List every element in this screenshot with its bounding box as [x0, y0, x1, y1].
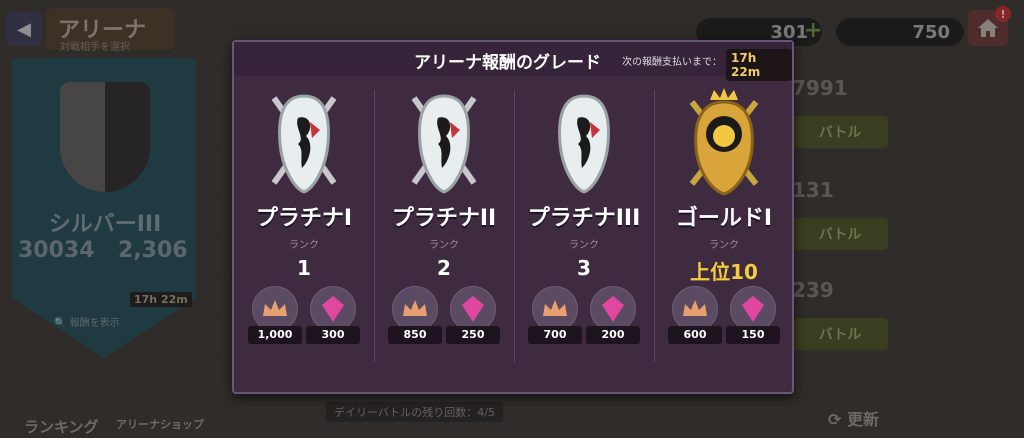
rank-label: ランク	[709, 240, 739, 251]
crown-reward: 700	[528, 286, 582, 344]
gem-amount: 150	[726, 326, 780, 344]
crown-icon	[403, 300, 427, 316]
gem-reward: 300	[306, 286, 360, 344]
crown-reward: 600	[668, 286, 722, 344]
gem-amount: 300	[306, 326, 360, 344]
grade-name: プラチナIII	[527, 206, 641, 231]
crown-amount: 850	[388, 326, 442, 344]
gem-icon	[602, 296, 624, 322]
grade-column: プラチナII ランク 2 850 250	[374, 84, 514, 376]
crown-reward: 1,000	[248, 286, 302, 344]
platinum-dragon-shield-icon	[271, 94, 337, 194]
grade-name: プラチナII	[391, 206, 497, 231]
arena-rewards-modal: アリーナ報酬のグレード 次の報酬支払いまで： 17h 22m プラチナI ランク…	[232, 40, 794, 394]
crown-icon	[683, 300, 707, 316]
modal-header: アリーナ報酬のグレード 次の報酬支払いまで： 17h 22m	[234, 42, 792, 81]
grade-column: プラチナIII ランク 3 700 200	[514, 84, 654, 376]
gem-amount: 200	[586, 326, 640, 344]
gem-reward: 150	[726, 286, 780, 344]
payout-label: 次の報酬支払いまで：	[622, 57, 722, 68]
platinum-dragon-shield-icon	[558, 94, 610, 194]
gem-amount: 250	[446, 326, 500, 344]
grade-column: ゴールドI ランク 上位10 600 150	[654, 84, 794, 376]
rank-label: ランク	[289, 240, 319, 251]
rank-value: 2	[437, 256, 451, 280]
rank-value: 上位10	[690, 260, 758, 284]
gem-icon	[462, 296, 484, 322]
crown-amount: 600	[668, 326, 722, 344]
rank-value: 1	[297, 256, 311, 280]
rank-label: ランク	[569, 240, 599, 251]
crown-reward: 850	[388, 286, 442, 344]
modal-title: アリーナ報酬のグレード	[414, 53, 601, 73]
rank-value: 3	[577, 256, 591, 280]
gem-reward: 200	[586, 286, 640, 344]
platinum-dragon-shield-icon	[411, 94, 477, 194]
grade-name: プラチナI	[255, 206, 353, 231]
crown-amount: 1,000	[248, 326, 302, 344]
rank-label: ランク	[429, 240, 459, 251]
gem-icon	[322, 296, 344, 322]
payout-timer: 17h 22m	[726, 49, 792, 81]
crown-icon	[543, 300, 567, 316]
grade-column: プラチナI ランク 1 1,000 300	[234, 84, 374, 376]
crown-amount: 700	[528, 326, 582, 344]
crown-icon	[263, 300, 287, 316]
gem-reward: 250	[446, 286, 500, 344]
gem-icon	[742, 296, 764, 322]
gold-lion-shield-icon	[689, 88, 759, 196]
grade-name: ゴールドI	[675, 206, 773, 231]
